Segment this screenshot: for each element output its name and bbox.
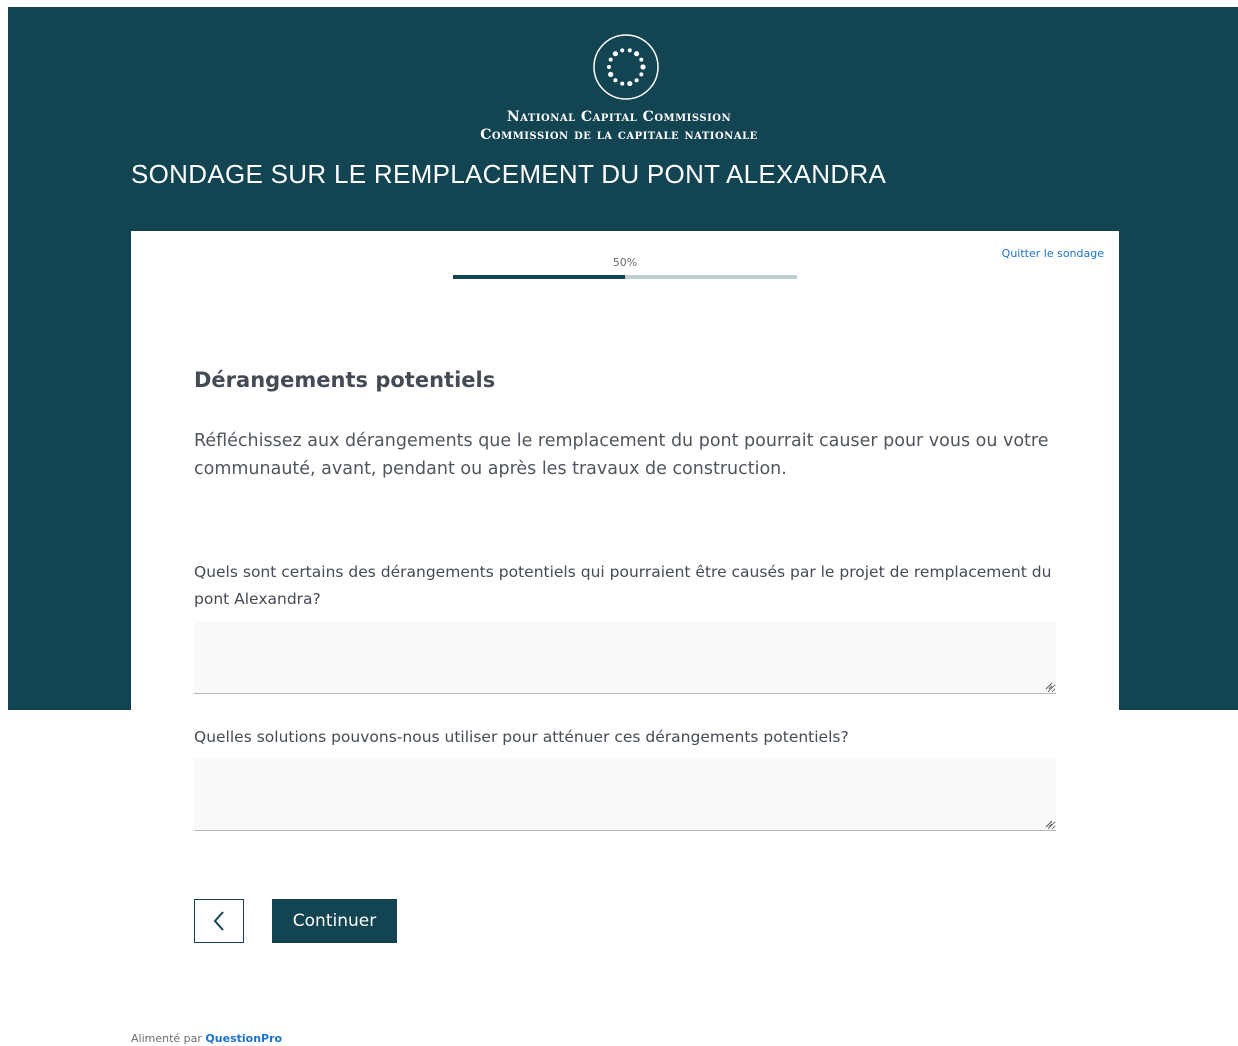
logo-dot bbox=[613, 78, 618, 83]
progress-label: 50% bbox=[612, 256, 638, 269]
quit-survey-link[interactable]: Quitter le sondage bbox=[1002, 247, 1104, 260]
progress-bar bbox=[453, 275, 797, 279]
footer-powered-by: Alimenté par QuestionPro bbox=[131, 1032, 282, 1045]
logo-dot bbox=[634, 78, 639, 83]
question-1-answer-field[interactable] bbox=[194, 621, 1056, 694]
logo-dot bbox=[620, 81, 625, 86]
logo-dot bbox=[620, 48, 625, 53]
question-2-label: Quelles solutions pouvons-nous utiliser … bbox=[194, 728, 849, 746]
logo-dot bbox=[608, 57, 613, 62]
continue-button[interactable]: Continuer bbox=[272, 899, 397, 943]
section-intro: Réfléchissez aux dérangements que le rem… bbox=[194, 431, 1049, 479]
logo-dot bbox=[627, 48, 632, 53]
logo-dot bbox=[640, 64, 646, 70]
logo-dot bbox=[627, 80, 633, 87]
logo-dot bbox=[608, 71, 614, 77]
survey-title: SONDAGE SUR LE REMPLACEMENT DU PONT ALEX… bbox=[131, 159, 887, 189]
section-heading: Dérangements potentiels bbox=[194, 368, 496, 392]
question-1-label: Quels sont certains des dérangements pot… bbox=[194, 563, 1052, 608]
questionpro-link[interactable]: QuestionPro bbox=[205, 1032, 282, 1045]
ncc-logo-icon bbox=[593, 34, 659, 100]
logo-dot bbox=[607, 65, 611, 69]
question-2-answer-field[interactable] bbox=[194, 758, 1056, 831]
org-name-fr: Commission de la capitale nationale bbox=[480, 127, 758, 143]
footer-prefix: Alimenté par bbox=[131, 1032, 202, 1045]
logo-dot bbox=[633, 51, 640, 57]
logo-dot bbox=[612, 51, 619, 57]
logo-dot bbox=[639, 72, 644, 77]
logo-dot bbox=[639, 57, 644, 62]
progress-bar-fill bbox=[453, 275, 625, 279]
org-name-en: National Capital Commission bbox=[506, 109, 732, 125]
back-button[interactable] bbox=[194, 899, 244, 943]
survey-page: National Capital Commission Commission d… bbox=[0, 0, 1238, 1046]
chevron-left-icon bbox=[213, 911, 224, 931]
